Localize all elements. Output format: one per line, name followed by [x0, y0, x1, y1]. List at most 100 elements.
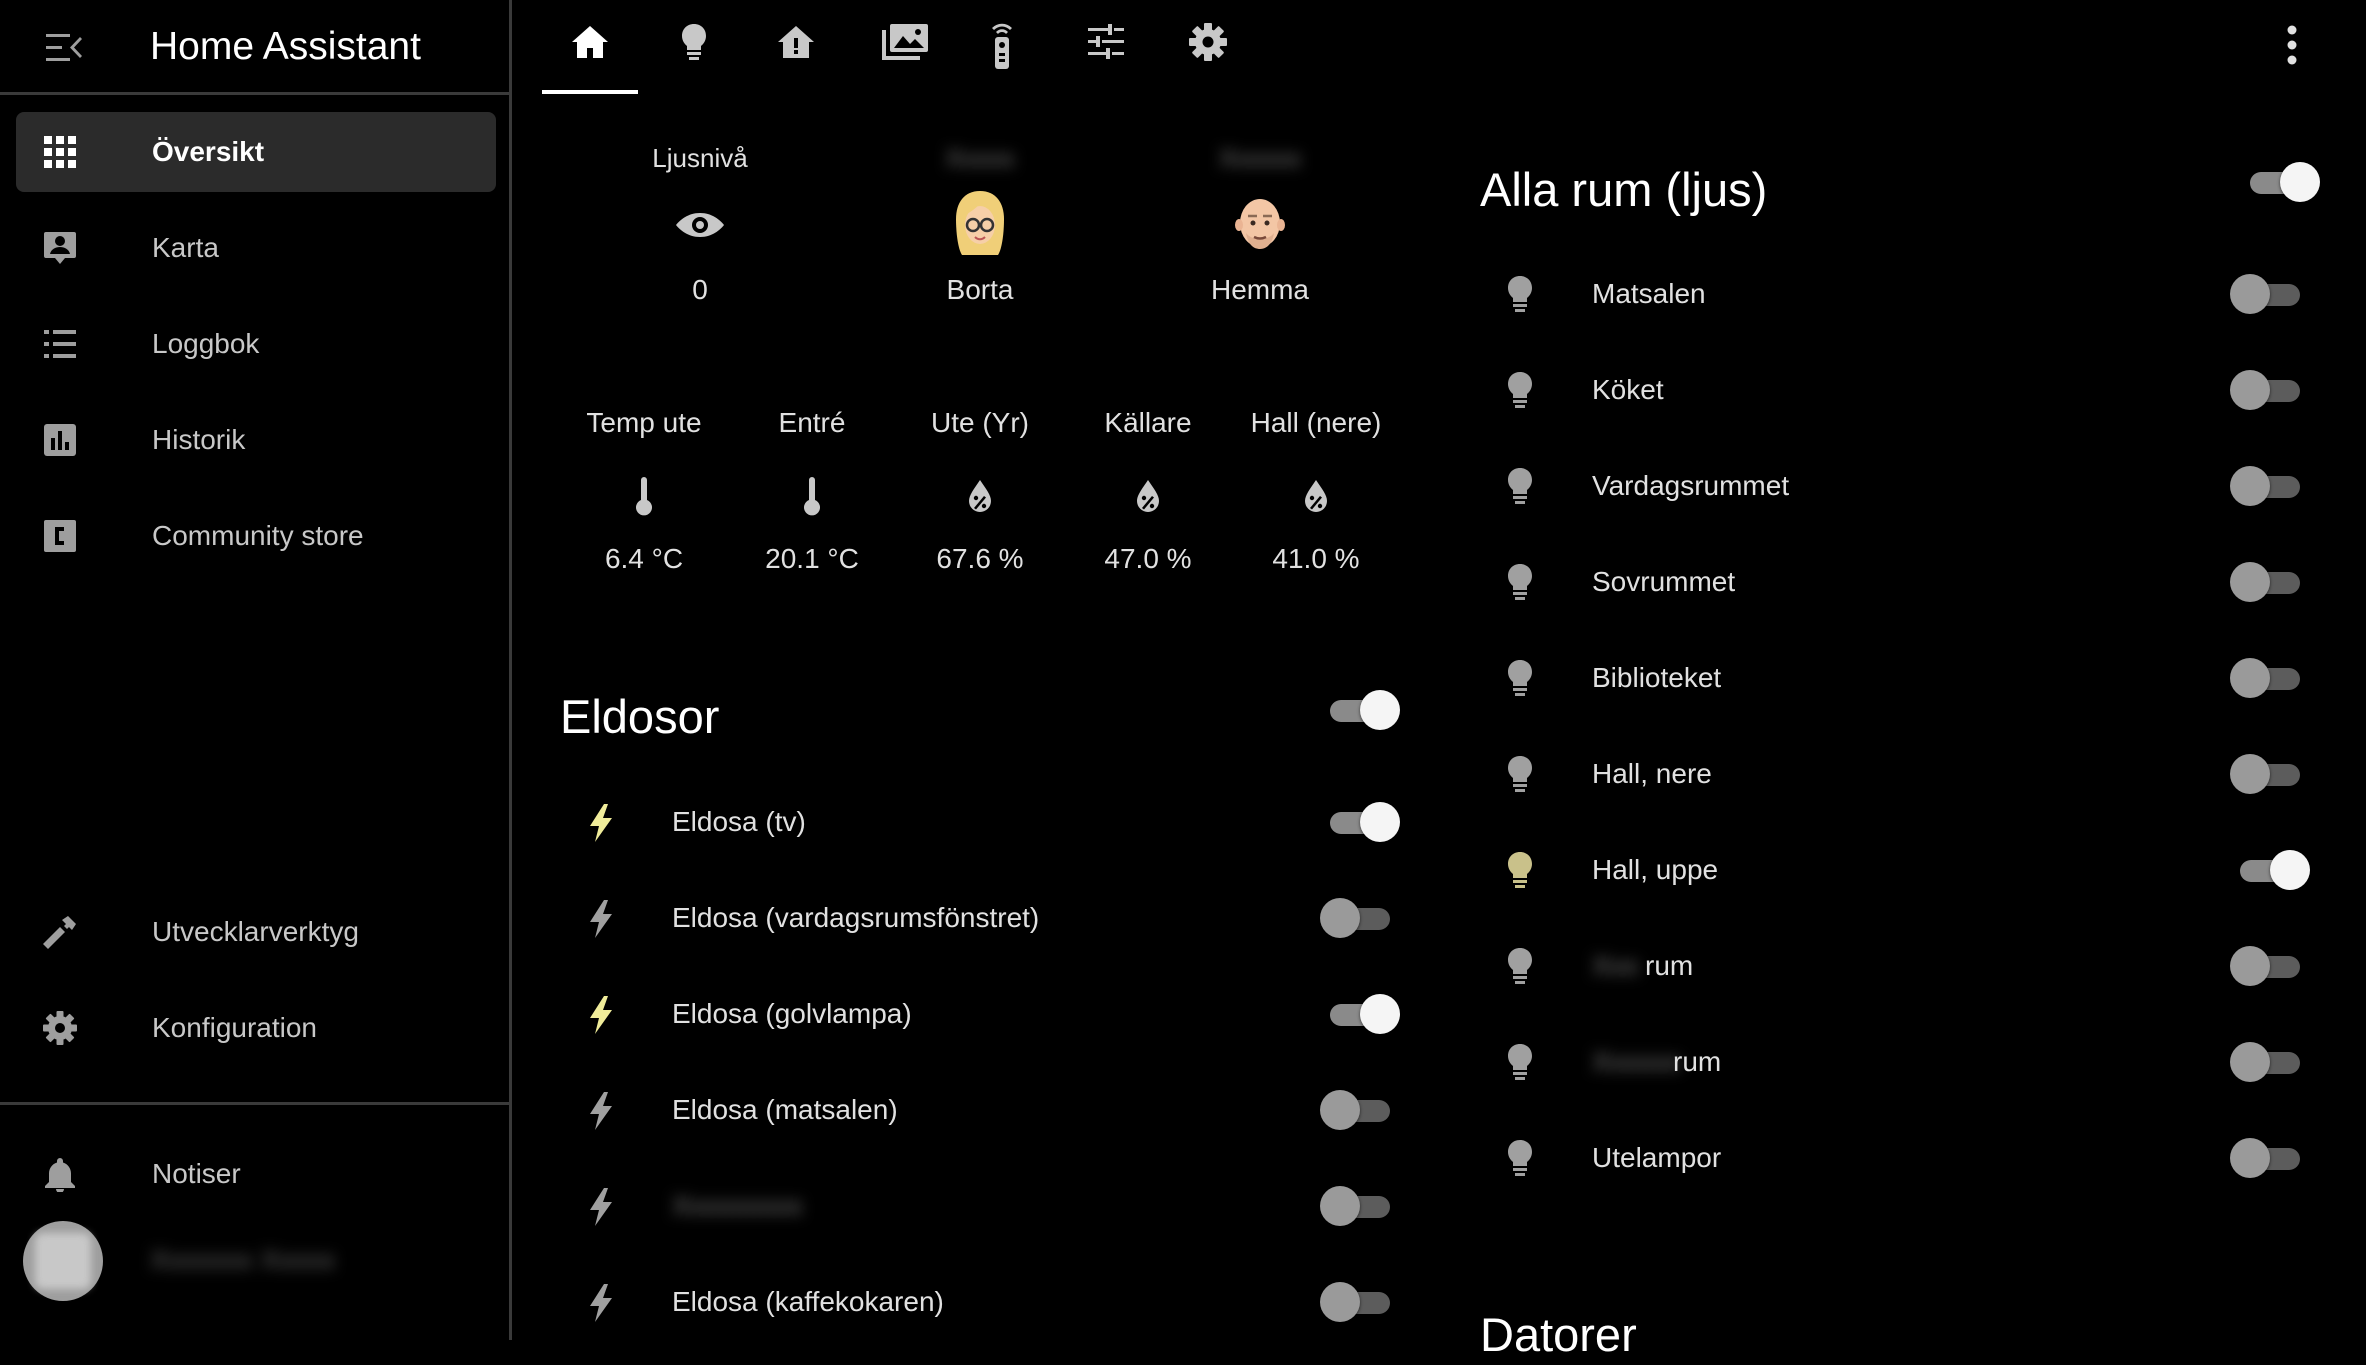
sensor-temp-ute[interactable]: Temp ute 6.4 °C: [564, 398, 724, 584]
light-label: Matsalen: [1592, 278, 1706, 309]
eldosa-toggle[interactable]: [1320, 800, 1400, 844]
eldosa-toggle[interactable]: [1320, 992, 1400, 1036]
alla-rum-master-toggle[interactable]: [2240, 160, 2320, 204]
light-row[interactable]: Vardagsrummet: [1480, 446, 2320, 526]
light-toggle[interactable]: [2230, 1040, 2310, 1084]
eldosa-toggle[interactable]: [1320, 896, 1400, 940]
sidebar-item-label: Historik: [152, 424, 246, 455]
menu-collapse-icon[interactable]: [44, 30, 84, 66]
tab-settings[interactable]: [1160, 0, 1256, 92]
sensor-hall-nere[interactable]: Hall (nere) 41.0 %: [1236, 398, 1396, 584]
light-toggle[interactable]: [2230, 560, 2310, 604]
light-toggle[interactable]: [2230, 656, 2310, 700]
more-options-button[interactable]: [2270, 20, 2314, 70]
eldosa-toggle[interactable]: [1320, 1184, 1400, 1228]
sidebar-item-konfiguration[interactable]: Konfiguration: [16, 988, 496, 1068]
sidebar-divider: [0, 1102, 509, 1105]
tab-remote[interactable]: [954, 0, 1050, 92]
eldosa-row[interactable]: Eldosa (vardagsrumsfönstret): [560, 878, 1410, 958]
tab-media[interactable]: [852, 0, 948, 92]
avatar[interactable]: [23, 1221, 103, 1301]
sidebar-item-historik[interactable]: Historik: [16, 400, 496, 480]
light-label-redacted: Xxx: [1592, 950, 1639, 981]
card-title-eldosor: Eldosor: [560, 690, 720, 743]
sidebar-item-oversikt[interactable]: Översikt: [16, 112, 496, 192]
active-tab-indicator: [542, 90, 638, 94]
humidity-icon: [960, 476, 1000, 516]
eldosa-label: Eldosa (tv): [672, 806, 806, 837]
gear-icon: [42, 1010, 78, 1046]
sidebar-item-loggbok[interactable]: Loggbok: [16, 304, 496, 384]
light-row[interactable]: Xxx rum: [1480, 926, 2320, 1006]
light-label: rum: [1673, 1046, 1722, 1077]
eldosa-label: Eldosa (matsalen): [672, 1094, 898, 1125]
light-toggle[interactable]: [2230, 752, 2310, 796]
badge-value: Hemma: [1210, 274, 1309, 305]
card-title-alla-rum: Alla rum (ljus): [1480, 163, 1768, 216]
sidebar-item-notiser[interactable]: Notiser: [16, 1134, 496, 1214]
eldosa-row[interactable]: Xxxxxxxxx: [560, 1166, 1410, 1246]
bulb-icon: [1500, 1138, 1540, 1178]
sidebar-item-label: Loggbok: [152, 328, 260, 359]
light-label: Biblioteket: [1592, 662, 1722, 693]
light-row[interactable]: Hall, nere: [1480, 734, 2320, 814]
thermometer-icon: [624, 476, 664, 516]
sensor-label: Hall (nere): [1250, 407, 1382, 438]
tab-tune[interactable]: [1058, 0, 1154, 92]
sensor-entre[interactable]: Entré 20.1 °C: [732, 398, 892, 584]
sidebar-item-label: Community store: [152, 520, 364, 551]
badge-label: Ljusnivå: [652, 143, 748, 173]
flash-icon: [580, 1090, 620, 1130]
light-row[interactable]: Köket: [1480, 350, 2320, 430]
tab-home[interactable]: [542, 0, 638, 92]
light-toggle[interactable]: [2230, 1136, 2310, 1180]
light-label: Hall, nere: [1592, 758, 1712, 789]
person-avatar-icon: [1220, 185, 1300, 265]
eldosa-toggle[interactable]: [1320, 1280, 1400, 1324]
badge-person-2[interactable]: Xxxxxx Hemma: [1160, 135, 1360, 315]
light-toggle[interactable]: [2230, 944, 2310, 988]
tab-house-alert[interactable]: [748, 0, 844, 92]
light-toggle[interactable]: [2230, 464, 2310, 508]
flash-icon: [580, 1282, 620, 1322]
sidebar-item-karta[interactable]: Karta: [16, 208, 496, 288]
sensor-value: 6.4 °C: [604, 543, 684, 574]
badge-ljusniva[interactable]: Ljusnivå 0: [600, 135, 800, 315]
light-row[interactable]: Hall, uppe: [1480, 830, 2320, 910]
sensor-label: Entré: [778, 407, 846, 438]
light-row[interactable]: Sovrummet: [1480, 542, 2320, 622]
light-row[interactable]: Biblioteket: [1480, 638, 2320, 718]
sensor-ute-yr[interactable]: Ute (Yr) 67.6 %: [900, 398, 1060, 584]
bulb-icon: [1500, 370, 1540, 410]
humidity-icon: [1296, 476, 1336, 516]
eye-icon: [660, 185, 740, 265]
light-row[interactable]: Utelampor: [1480, 1118, 2320, 1198]
eldosa-row[interactable]: Eldosa (tv): [560, 782, 1410, 862]
light-toggle[interactable]: [2230, 368, 2310, 412]
eldosa-row[interactable]: Eldosa (matsalen): [560, 1070, 1410, 1150]
light-row[interactable]: Xxxxxx rum: [1480, 1022, 2320, 1102]
community-store-icon: [42, 518, 78, 554]
light-toggle[interactable]: [2230, 272, 2310, 316]
eldosa-toggle[interactable]: [1320, 1088, 1400, 1132]
user-name-redacted: Xxxxxxx Xxxxx: [150, 1244, 336, 1275]
sidebar-item-utvecklarverktyg[interactable]: Utvecklarverktyg: [16, 892, 496, 972]
sidebar: Home Assistant Översikt Karta Loggbok Hi…: [0, 0, 512, 1340]
house-alert-icon: [778, 26, 814, 58]
eldosa-row[interactable]: Eldosa (kaffekokaren): [560, 1262, 1410, 1342]
badge-person-1[interactable]: Xxxxx Borta: [880, 135, 1080, 315]
badge-label-redacted: Xxxxx: [945, 143, 1015, 173]
eldosor-master-toggle[interactable]: [1320, 688, 1400, 732]
flash-icon: [580, 1186, 620, 1226]
light-toggle[interactable]: [2230, 848, 2310, 892]
eldosa-row[interactable]: Eldosa (golvlampa): [560, 974, 1410, 1054]
sidebar-item-community-store[interactable]: Community store: [16, 496, 496, 576]
light-label: Utelampor: [1592, 1142, 1722, 1173]
sensor-kallare[interactable]: Källare 47.0 %: [1068, 398, 1228, 584]
sidebar-item-label: Utvecklarverktyg: [152, 916, 359, 947]
tab-lights[interactable]: [646, 0, 742, 92]
light-row[interactable]: Matsalen: [1480, 254, 2320, 334]
sidebar-item-label: Karta: [152, 232, 219, 263]
light-label: Hall, uppe: [1592, 854, 1719, 885]
card-title-datorer: Datorer: [1480, 1308, 1637, 1361]
